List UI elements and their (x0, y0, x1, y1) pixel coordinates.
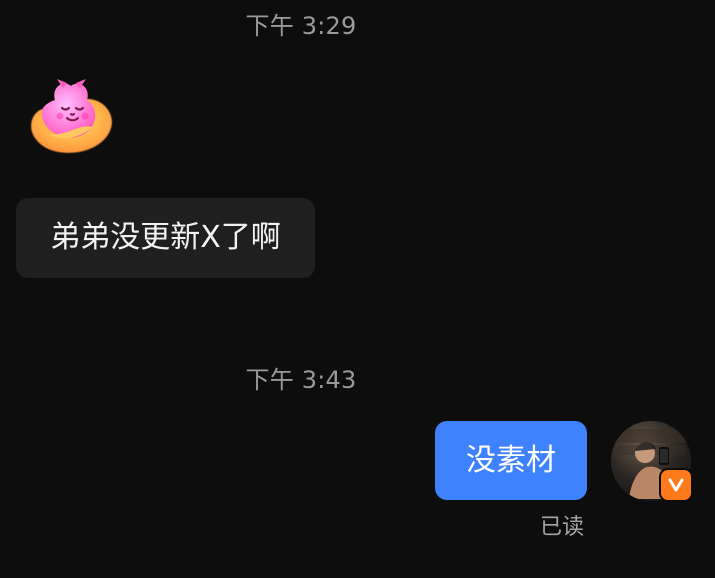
incoming-message-text: 弟弟没更新X了啊 (50, 220, 281, 255)
verified-v-badge-icon (661, 470, 691, 500)
outgoing-message-text: 没素材 (466, 442, 556, 478)
incoming-message-bubble[interactable]: 弟弟没更新X了啊 (16, 198, 315, 278)
timestamp: 下午 3:29 (245, 12, 357, 40)
timestamp: 下午 3:43 (245, 366, 357, 394)
chat-thread: 下午 3:29 弟弟没更新X了啊 下午 3:43 没素材 已读 (0, 0, 715, 578)
outgoing-message-bubble[interactable]: 没素材 (435, 421, 587, 500)
read-status: 已读 (540, 515, 585, 540)
cat-hug-sticker-icon[interactable] (22, 66, 120, 158)
user-avatar[interactable] (611, 421, 691, 501)
